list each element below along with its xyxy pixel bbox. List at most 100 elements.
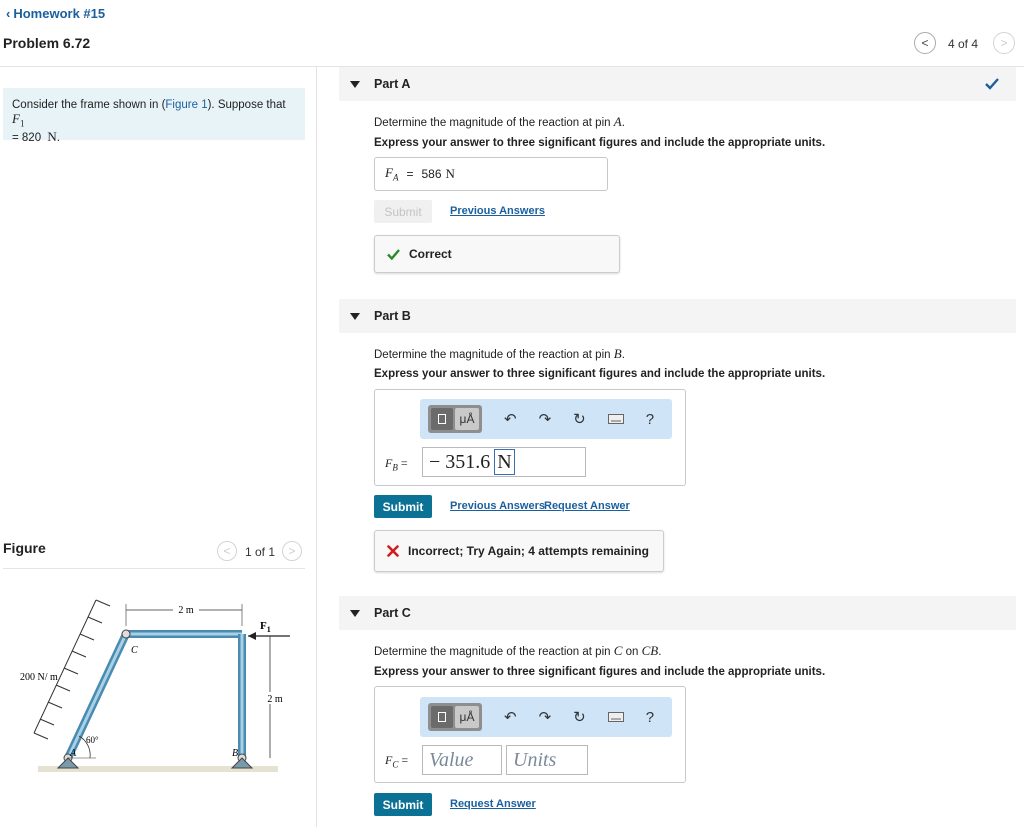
part-b-feedback-text: Incorrect; Try Again; 4 attempts remaini… (408, 544, 649, 558)
part-a-feedback: Correct (374, 235, 620, 273)
undo-icon[interactable]: ↶ (504, 708, 517, 726)
redo-icon[interactable]: ↷ (539, 708, 552, 726)
part-c-request-answer-link[interactable]: Request Answer (450, 798, 536, 810)
units-icon: μÅ (455, 706, 479, 728)
force-variable: F (12, 111, 20, 126)
part-a-variable: FA (385, 165, 399, 183)
equals-sign: = (406, 167, 414, 181)
part-a-answer-box: FA = 586 N (374, 157, 608, 191)
templates-button[interactable]: μÅ (428, 405, 482, 433)
part-b-instruction: Express your answer to three significant… (374, 368, 826, 380)
part-a-label: Part A (374, 77, 411, 91)
part-c-value-input[interactable]: Value (422, 745, 502, 775)
problem-statement: Consider the frame shown in (Figure 1). … (3, 88, 305, 144)
help-icon[interactable]: ? (646, 709, 654, 726)
chevron-right-icon: > (288, 544, 296, 558)
check-icon (387, 248, 400, 260)
force-arrowhead (248, 632, 256, 640)
collapse-triangle-icon (350, 312, 360, 320)
load-label: 200 N/ m (20, 672, 58, 683)
part-b-answer-editor: μÅ ↶ ↷ ↻ ? FB = − 351.6 N (374, 389, 686, 486)
statement-text: Consider the frame shown in ( (12, 99, 166, 111)
pin-c (121, 629, 131, 639)
force-label: F1 (260, 620, 271, 634)
statement-period: . (56, 132, 60, 145)
statement-text: ). Suppose that (207, 99, 286, 111)
part-b-submit-button[interactable]: Submit (374, 495, 432, 518)
part-b-answer-input[interactable]: − 351.6 N (422, 447, 586, 477)
dimension-right-label: 2 m (267, 694, 283, 705)
template-icon (431, 706, 453, 728)
next-figure-button[interactable]: > (282, 541, 302, 561)
pin-b-label: B (232, 748, 238, 759)
chevron-left-icon: < (921, 36, 929, 50)
part-c-instruction: Express your answer to three significant… (374, 666, 826, 678)
next-problem-button[interactable]: > (993, 32, 1015, 54)
part-c-answer-editor: μÅ ↶ ↷ ↻ ? FC = Value Units (374, 686, 686, 783)
part-c-label: Part C (374, 606, 411, 620)
undo-icon[interactable]: ↶ (504, 410, 517, 428)
part-a-instruction: Express your answer to three significant… (374, 137, 826, 149)
collapse-triangle-icon (350, 80, 360, 88)
chevron-left-icon: ‹ (6, 6, 11, 21)
part-c-toolbar: μÅ ↶ ↷ ↻ ? (420, 697, 672, 737)
part-b-previous-answers-link[interactable]: Previous Answers (450, 500, 545, 512)
part-a-header[interactable]: Part A (339, 67, 1016, 101)
keyboard-icon[interactable] (607, 414, 624, 424)
back-to-homework-link[interactable]: ‹ Homework #15 (6, 6, 105, 21)
part-a-answer-value: 586 (421, 167, 442, 181)
figure-divider (3, 568, 305, 569)
part-c-submit-button[interactable]: Submit (374, 793, 432, 816)
x-icon (387, 545, 399, 557)
support-a (56, 757, 80, 769)
part-c-variable: FC = (385, 753, 409, 770)
force-unit: N (47, 129, 57, 145)
part-c-question: Determine the magnitude of the reaction … (374, 643, 662, 658)
template-icon (431, 408, 453, 430)
pin-a-label: A (69, 748, 77, 759)
part-b-variable: FB = (385, 456, 408, 473)
chevron-right-icon: > (1000, 36, 1008, 50)
part-b-question: Determine the magnitude of the reaction … (374, 346, 625, 361)
part-b-units: N (494, 449, 515, 475)
frame-figure: 2 m 2 m 200 N/ m F1 C A B 60° (20, 599, 290, 772)
help-icon[interactable]: ? (646, 411, 654, 428)
support-b (230, 757, 254, 769)
part-a-answer-unit: N (445, 166, 455, 181)
figure-link[interactable]: Figure 1 (165, 99, 207, 111)
part-b-request-answer-link[interactable]: Request Answer (544, 500, 630, 512)
keyboard-icon[interactable] (607, 712, 624, 722)
reset-icon[interactable]: ↻ (573, 410, 586, 428)
problem-position: 4 of 4 (948, 37, 979, 51)
templates-button[interactable]: μÅ (428, 703, 482, 731)
part-c-units-input[interactable]: Units (506, 745, 588, 775)
check-icon (985, 78, 999, 90)
part-a-question: Determine the magnitude of the reaction … (374, 114, 625, 129)
figure-heading: Figure (3, 540, 46, 556)
back-label: Homework #15 (13, 6, 106, 21)
problem-title: Problem 6.72 (3, 35, 91, 51)
part-b-feedback: Incorrect; Try Again; 4 attempts remaini… (374, 530, 664, 572)
part-b-label: Part B (374, 309, 411, 323)
part-a-previous-answers-link[interactable]: Previous Answers (450, 205, 545, 217)
collapse-triangle-icon (350, 609, 360, 617)
dimension-top-label: 2 m (178, 605, 194, 616)
column-divider (316, 67, 317, 827)
reset-icon[interactable]: ↻ (573, 708, 586, 726)
previous-figure-button[interactable]: < (217, 541, 237, 561)
previous-problem-button[interactable]: < (914, 32, 936, 54)
part-b-value: − 351.6 (429, 450, 491, 473)
part-a-submit-button[interactable]: Submit (374, 200, 432, 223)
force-variable-subscript: 1 (19, 118, 25, 129)
part-b-header[interactable]: Part B (339, 299, 1016, 333)
chevron-left-icon: < (223, 544, 231, 558)
part-a-feedback-text: Correct (409, 247, 452, 261)
units-icon: μÅ (455, 408, 479, 430)
figure-position: 1 of 1 (245, 545, 276, 559)
redo-icon[interactable]: ↷ (539, 410, 552, 428)
part-b-toolbar: μÅ ↶ ↷ ↻ ? (420, 399, 672, 439)
force-value: = 820 (12, 132, 42, 145)
pin-c-label: C (131, 645, 138, 656)
part-c-header[interactable]: Part C (339, 596, 1016, 630)
distributed-load-arrows (33, 599, 111, 740)
